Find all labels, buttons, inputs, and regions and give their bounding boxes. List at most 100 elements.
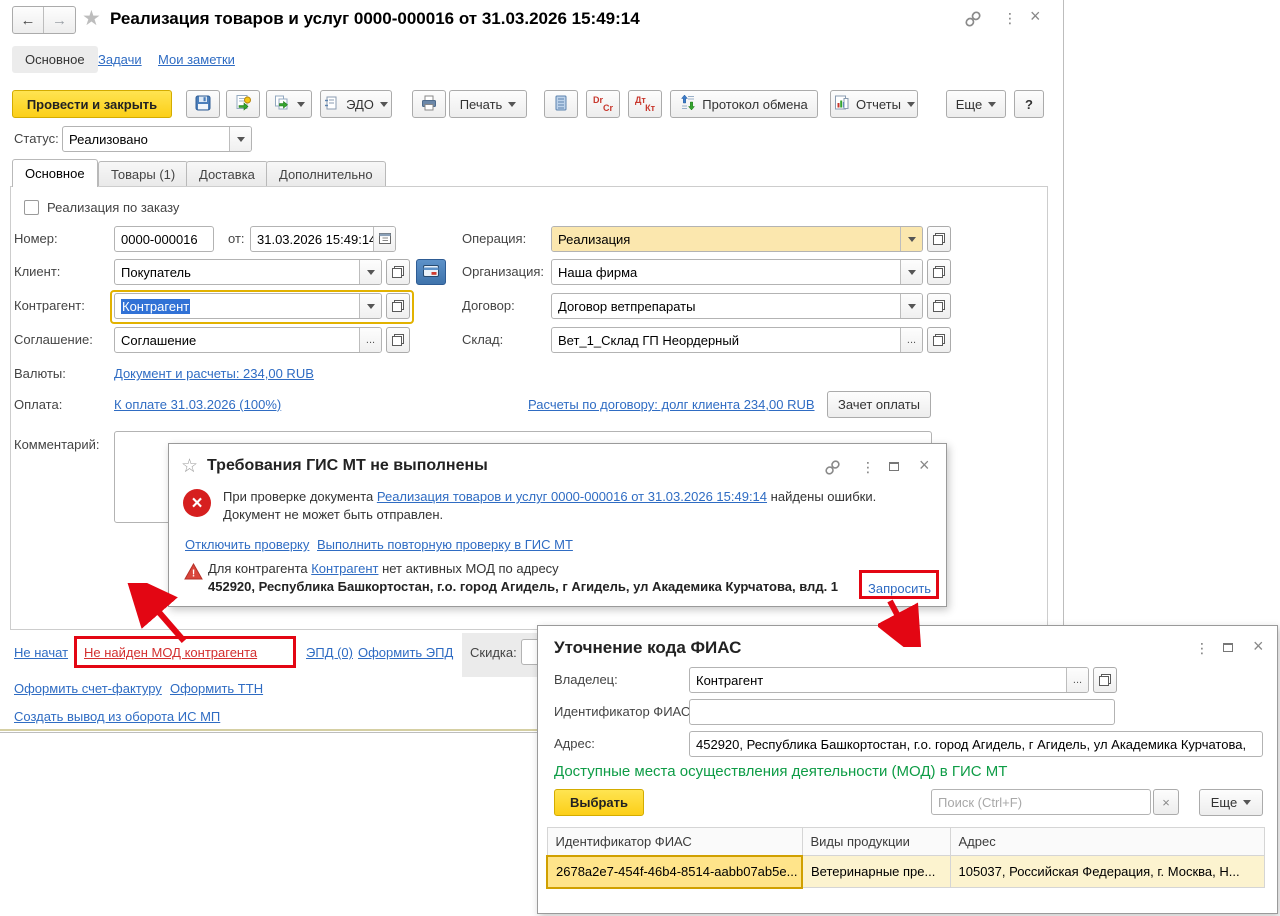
owner-open-button[interactable] xyxy=(1093,667,1117,693)
save-button[interactable] xyxy=(186,90,220,118)
search-input[interactable] xyxy=(932,790,1150,814)
col-header-fias-id[interactable]: Идентификатор ФИАС xyxy=(546,827,803,856)
contract-field[interactable]: Договор ветпрепараты xyxy=(551,293,923,319)
warehouse-open-button[interactable] xyxy=(927,327,951,353)
print-icon-button[interactable] xyxy=(412,90,446,118)
status-dropdown-button[interactable] xyxy=(229,127,251,151)
client-open-button[interactable] xyxy=(386,259,410,285)
register-records-button[interactable] xyxy=(544,90,578,118)
status-select[interactable]: Реализовано xyxy=(62,126,252,152)
ttn-link[interactable]: Оформить ТТН xyxy=(170,681,263,696)
doctab-goods[interactable]: Товары (1) xyxy=(98,161,189,187)
gis-maximize-icon[interactable] xyxy=(889,462,899,471)
close-window-icon[interactable]: × xyxy=(1030,6,1041,27)
doctab-main[interactable]: Основное xyxy=(12,159,98,187)
address-field[interactable]: 452920, Республика Башкортостан, г.о. го… xyxy=(689,731,1263,757)
contract-open-button[interactable] xyxy=(927,293,951,319)
agreement-field[interactable]: Соглашение ... xyxy=(114,327,382,353)
post-and-close-button[interactable]: Провести и закрыть xyxy=(12,90,172,118)
doctab-delivery[interactable]: Доставка xyxy=(186,161,268,187)
more-menu-icon[interactable]: ⋮ xyxy=(1003,10,1017,27)
agreement-ellipsis-button[interactable]: ... xyxy=(359,328,381,352)
gis-dialog-title: Требования ГИС МТ не выполнены xyxy=(207,457,488,474)
dt-kt-button[interactable]: Дт Кт xyxy=(628,90,662,118)
payment-link[interactable]: К оплате 31.03.2026 (100%) xyxy=(114,397,281,412)
fias-more-actions-button[interactable]: Еще xyxy=(1199,789,1263,816)
order-checkbox[interactable] xyxy=(24,200,39,215)
disable-check-link[interactable]: Отключить проверку xyxy=(185,537,309,552)
help-button[interactable]: ? xyxy=(1014,90,1044,118)
invoice-link[interactable]: Оформить счет-фактуру xyxy=(14,681,162,696)
number-field[interactable]: 0000-000016 xyxy=(114,226,214,252)
recheck-gis-link[interactable]: Выполнить повторную проверку в ГИС МТ xyxy=(317,537,573,552)
cell-address[interactable]: 105037, Российская Федерация, г. Москва,… xyxy=(949,855,1265,888)
edo-button[interactable]: ЭДО xyxy=(320,90,392,118)
client-dropdown-button[interactable] xyxy=(359,260,381,284)
warning-counterparty-link[interactable]: Контрагент xyxy=(311,561,378,576)
get-link-icon[interactable] xyxy=(964,10,982,28)
withdrawal-link[interactable]: Создать вывод из оборота ИС МП xyxy=(14,709,220,724)
more-actions-button[interactable]: Еще xyxy=(946,90,1006,118)
epd-link[interactable]: ЭПД (0) xyxy=(306,645,353,660)
operation-field[interactable]: Реализация xyxy=(551,226,923,252)
tab-my-notes[interactable]: Мои заметки xyxy=(158,52,235,67)
operation-open-button[interactable] xyxy=(927,226,951,252)
cell-product-types[interactable]: Ветеринарные пре... xyxy=(801,855,951,888)
operation-dropdown-button[interactable] xyxy=(900,227,922,251)
doctab-extra[interactable]: Дополнительно xyxy=(266,161,386,187)
create-based-on-button[interactable] xyxy=(266,90,312,118)
forward-button[interactable]: → xyxy=(44,7,75,33)
calendar-button[interactable] xyxy=(373,227,395,251)
post-document-button[interactable] xyxy=(226,90,260,118)
cell-fias-id[interactable]: 2678a2e7-454f-46b4-8514-aabb07ab5e... xyxy=(546,854,803,889)
mod-table-row[interactable]: 2678a2e7-454f-46b4-8514-aabb07ab5e... Ве… xyxy=(546,854,1265,889)
fias-close-icon[interactable]: × xyxy=(1253,636,1264,657)
gis-get-link-icon[interactable] xyxy=(824,459,841,476)
owner-field[interactable]: Контрагент ... xyxy=(689,667,1089,693)
fias-more-menu-icon[interactable]: ⋮ xyxy=(1195,640,1209,657)
history-nav: ← → xyxy=(12,6,76,34)
agreement-open-button[interactable] xyxy=(386,327,410,353)
favorite-star-icon[interactable]: ★ xyxy=(82,6,101,31)
tab-tasks[interactable]: Задачи xyxy=(98,52,142,67)
dr-cr-button[interactable]: Dr Cr xyxy=(586,90,620,118)
epd-create-link[interactable]: Оформить ЭПД xyxy=(358,645,453,660)
tab-main[interactable]: Основное xyxy=(12,46,98,73)
dropdown-arrow-icon xyxy=(379,101,388,107)
warehouse-field[interactable]: Вет_1_Склад ГП Неордерный ... xyxy=(551,327,923,353)
col-header-address[interactable]: Адрес xyxy=(949,827,1265,856)
fias-id-field[interactable] xyxy=(689,699,1115,725)
not-started-link[interactable]: Не начат xyxy=(14,645,68,660)
warehouse-ellipsis-button[interactable]: ... xyxy=(900,328,922,352)
organization-field[interactable]: Наша фирма xyxy=(551,259,923,285)
exchange-protocol-button[interactable]: Протокол обмена xyxy=(670,90,818,118)
counterparty-dropdown-button[interactable] xyxy=(359,294,381,318)
back-button[interactable]: ← xyxy=(13,7,44,33)
gis-more-menu-icon[interactable]: ⋮ xyxy=(861,459,875,476)
client-field[interactable]: Покупатель xyxy=(114,259,382,285)
favorite-star-outline-icon[interactable]: ☆ xyxy=(181,455,198,478)
payment-card-button[interactable] xyxy=(416,259,446,285)
reports-button[interactable]: Отчеты xyxy=(830,90,918,118)
currencies-link[interactable]: Документ и расчеты: 234,00 RUB xyxy=(114,366,314,381)
date-field[interactable]: 31.03.2026 15:49:14 xyxy=(250,226,396,252)
col-header-product-types[interactable]: Виды продукции xyxy=(801,827,951,856)
error-document-link[interactable]: Реализация товаров и услуг 0000-000016 о… xyxy=(377,489,767,504)
organization-dropdown-button[interactable] xyxy=(900,260,922,284)
gis-close-icon[interactable]: × xyxy=(919,455,930,476)
contract-dropdown-button[interactable] xyxy=(900,294,922,318)
annotation-box-request-link xyxy=(859,570,939,599)
payment-offset-button[interactable]: Зачет оплаты xyxy=(827,391,931,418)
print-button[interactable]: Печать xyxy=(449,90,527,118)
search-field[interactable] xyxy=(931,789,1151,815)
counterparty-field[interactable]: Контрагент xyxy=(114,293,382,319)
organization-open-button[interactable] xyxy=(927,259,951,285)
fias-maximize-icon[interactable] xyxy=(1223,643,1233,652)
dr-cr-icon: Dr Cr xyxy=(593,95,613,113)
open-icon xyxy=(392,300,404,312)
counterparty-open-button[interactable] xyxy=(386,293,410,319)
settlements-link[interactable]: Расчеты по договору: долг клиента 234,00… xyxy=(528,397,815,412)
clear-search-button[interactable]: × xyxy=(1153,789,1179,815)
owner-ellipsis-button[interactable]: ... xyxy=(1066,668,1088,692)
select-mod-button[interactable]: Выбрать xyxy=(554,789,644,816)
